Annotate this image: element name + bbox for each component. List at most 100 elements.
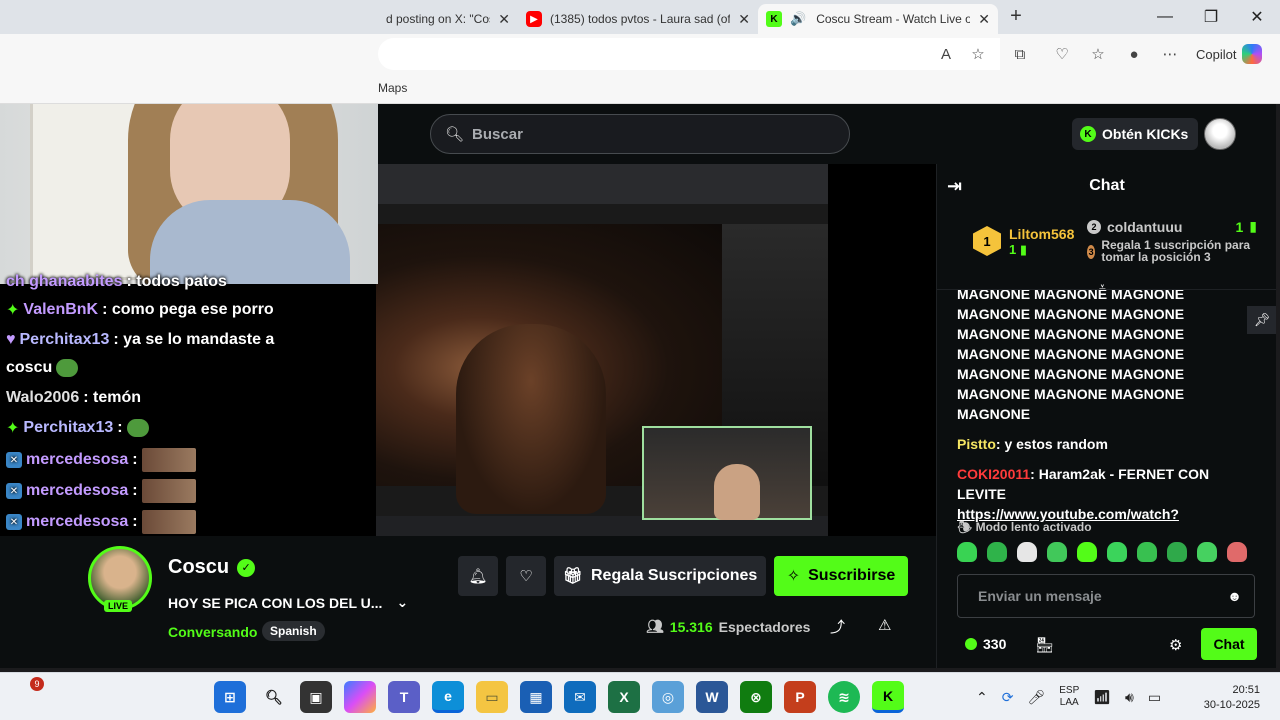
favorites-icon[interactable]: ☆ [1086,42,1110,66]
language-tag[interactable]: Spanish [262,621,325,641]
tab-x-post[interactable]: d posting on X: "Cosc ✕ [378,4,518,34]
chat-title: Chat [1089,177,1125,194]
word-icon[interactable]: W [696,681,728,713]
chat-username[interactable]: Pistto [957,436,996,452]
stream-title-text: HOY SE PICA CON LOS DEL U... [168,594,383,611]
gear-icon[interactable]: ⚙ [1169,636,1182,654]
search-icon[interactable]: 🔍︎ [258,681,290,713]
volume-icon[interactable]: 🔊︎ [1125,689,1134,706]
channel-name[interactable]: Coscu ✓ [168,556,256,579]
user-avatar[interactable] [1204,118,1236,150]
chat-input-box[interactable]: ☻ [957,574,1255,618]
bell-icon: 🔔︎ [468,568,488,585]
gift-leaderboard: 1 Liltom568 1 ▮ 2 coldantuuu 1 ▮ 3 Regal… [937,208,1276,294]
store-icon[interactable]: 🏪︎ [1035,636,1054,654]
leaderboard-first[interactable]: 1 Liltom568 1 ▮ [973,226,1074,258]
gift-subs-button[interactable]: 🎁︎ Regala Suscripciones [554,556,766,596]
url-field[interactable] [378,38,1000,70]
share-icon[interactable]: ⤴ [830,616,845,637]
profile-icon[interactable]: ● [1122,42,1146,66]
microphone-icon[interactable]: 🎤︎ [1027,689,1045,706]
emote-button[interactable] [1107,542,1127,562]
speaker-icon[interactable]: 🔊 [790,11,806,27]
emote-button[interactable] [987,542,1007,562]
close-window-icon[interactable]: ✕ [1234,0,1280,34]
close-icon[interactable]: ✕ [498,11,510,28]
favorite-star-icon[interactable]: ☆ [966,42,990,66]
emote-button[interactable] [1017,542,1037,562]
minimize-icon[interactable]: — [1142,0,1188,34]
close-icon[interactable]: ✕ [978,11,990,28]
report-icon[interactable]: ⚠ [878,616,891,634]
photos-icon[interactable]: ◎ [652,681,684,713]
notification-bell-button[interactable]: 🔔︎ [458,556,498,596]
favorite-maps[interactable]: Maps [378,81,407,95]
leaderboard-count-value: 1 [1009,242,1017,257]
restore-icon[interactable]: ❐ [1188,0,1234,34]
overlay-chat-line: ✦ ValenBnK : como pega ese porro [6,296,274,324]
notification-badge: 9 [30,677,44,691]
subscribe-button[interactable]: ✧ Suscribirse [774,556,908,596]
input-language[interactable]: ESP LAA [1059,685,1079,709]
pin-icon[interactable]: 📌︎ [1247,306,1276,334]
chat-message: COKI20011: Haram2ak - FERNET CON LEVITE … [957,464,1257,524]
stream-category[interactable]: Conversando [168,624,257,640]
chevron-down-icon[interactable]: ⌄ [396,594,408,611]
new-tab-button[interactable]: + [1004,4,1028,28]
xbox-icon[interactable]: ⊗ [740,681,772,713]
read-aloud-icon[interactable]: A [934,42,958,66]
emote-button[interactable] [1077,542,1097,562]
emoji-picker-icon[interactable]: ☻ [1227,588,1242,604]
spotify-icon[interactable]: ≋ [828,681,860,713]
overlay-chat-line: ✕ mercedesosa : [6,446,196,474]
chat-message-input[interactable] [978,588,1228,604]
get-kicks-button[interactable]: K Obtén KICKs [1072,118,1199,150]
streamer-cam-inset [642,426,812,520]
clock[interactable]: 20:51 30-10-2025 [1190,683,1260,713]
tab-kick-active[interactable]: K 🔊 Coscu Stream - Watch Live o ✕ [758,4,998,34]
channel-points[interactable]: 330 [965,636,1006,652]
chevron-up-icon[interactable]: ⌃ [976,689,988,706]
battery-icon[interactable]: ▭ [1148,689,1161,706]
file-explorer-icon[interactable]: ▭ [476,681,508,713]
overlay-chat-text: : [132,513,138,530]
overlay-chat-user: Walo2006 [6,389,80,406]
emote-button[interactable] [1197,542,1217,562]
copilot-button[interactable]: Copilot [1196,42,1263,66]
teams-icon[interactable]: T [388,681,420,713]
gift-icon: 🎁︎ [562,568,583,585]
store-app-icon[interactable]: ▦ [520,681,552,713]
chat-message: Pistto: y estos random [957,434,1257,454]
powerpoint-icon[interactable]: P [784,681,816,713]
search-input[interactable]: 🔍︎ Buscar [430,114,850,154]
task-view-icon[interactable]: ▣ [300,681,332,713]
wifi-icon[interactable]: 📶︎ [1093,689,1111,706]
kick-app-icon[interactable]: K [872,681,904,713]
emote-button[interactable] [957,542,977,562]
emote-button[interactable] [1047,542,1067,562]
overlay-chat-text: coscu [6,359,53,376]
extensions-icon[interactable]: ⧉ [1008,42,1032,66]
sync-icon[interactable]: ⟳ [1002,689,1014,706]
more-options-icon[interactable]: ⋯ [1158,42,1182,66]
collapse-chat-icon[interactable]: ⇥ [947,176,962,197]
browser-essentials-icon[interactable]: ♡ [1050,42,1074,66]
excel-icon[interactable]: X [608,681,640,713]
follow-button[interactable]: ♡ [506,556,546,596]
chat-username[interactable]: COKI20011 [957,466,1030,482]
chat-send-button[interactable]: Chat [1201,628,1257,660]
mail-icon[interactable]: ✉ [564,681,596,713]
leaderboard-row: 2 coldantuuu 1 ▮ [1087,218,1257,235]
leaderboard-second[interactable]: 2 coldantuuu 1 ▮ 3 Regala 1 suscripción … [1087,218,1257,263]
edge-icon[interactable]: e [432,681,464,713]
close-icon[interactable]: ✕ [738,11,750,28]
emote-button[interactable] [1137,542,1157,562]
emote-button[interactable] [1227,542,1247,562]
tab-youtube[interactable]: ▶ (1385) todos pvtos - Laura sad (of ✕ [518,4,758,34]
overlay-chat-line: ch ghanaabites : todos patos [6,268,227,296]
emote-button[interactable] [1167,542,1187,562]
windows-start-icon[interactable]: ⊞ [214,681,246,713]
chat-message: MAGNONE MAGNONE MAGNONE MAGNONE MAGNONE … [957,290,1257,424]
overlay-chat-line: Walo2006 : temón [6,384,141,412]
copilot-app-icon[interactable] [344,681,376,713]
